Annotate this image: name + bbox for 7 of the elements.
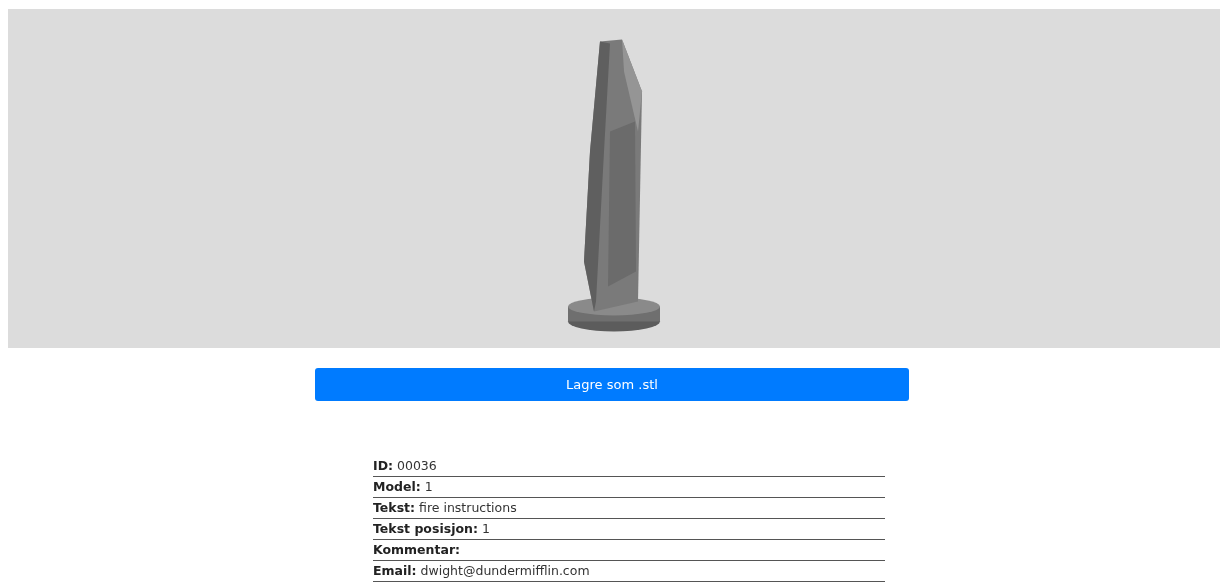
- detail-text: Email: dwight@dundermifflin.com: [373, 561, 885, 582]
- detail-text: Tekst posisjon: 1: [373, 519, 885, 540]
- save-button[interactable]: Lagre som .stl: [315, 368, 909, 401]
- detail-text: Tekst: fire instructions: [373, 498, 885, 519]
- detail-text: ID: 00036: [373, 456, 885, 477]
- detail-text: Kommentar:: [373, 540, 885, 561]
- detail-text: Model: 1: [373, 477, 885, 498]
